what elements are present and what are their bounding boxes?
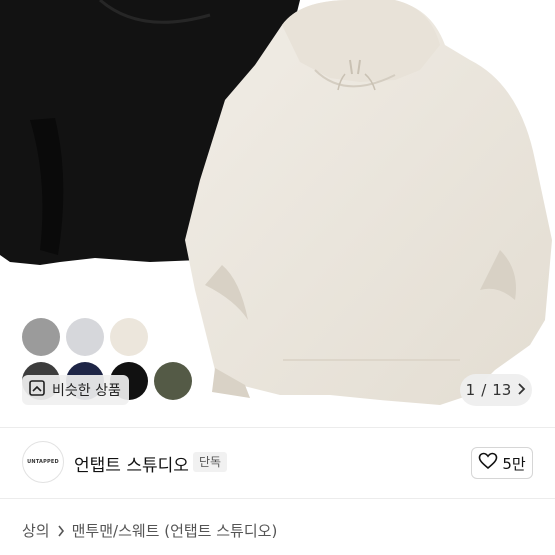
similar-items-button[interactable]: 비슷한 상품 [22, 375, 129, 405]
image-counter[interactable]: 1 / 13 [460, 374, 532, 406]
counter-current: 1 [465, 381, 476, 399]
like-button[interactable]: 5만 [471, 447, 533, 479]
breadcrumb-category[interactable]: 상의 [22, 520, 50, 541]
brand-name[interactable]: 언탭트 스튜디오 [74, 451, 189, 476]
like-count: 5만 [502, 454, 526, 473]
color-swatch-7[interactable] [154, 362, 192, 400]
counter-total: 13 [492, 381, 512, 399]
similar-items-label: 비슷한 상품 [52, 383, 121, 399]
heart-outline-icon [478, 452, 498, 474]
brand-logo-text: UNTAPPED [27, 459, 59, 465]
color-swatch-2[interactable] [66, 318, 104, 356]
color-swatch-1[interactable] [22, 318, 60, 356]
brand-row: UNTAPPED 언탭트 스튜디오 단독 5만 [0, 428, 555, 498]
exclusive-badge: 단독 [193, 452, 228, 472]
counter-separator: / [481, 381, 487, 399]
product-image-gallery[interactable]: 비슷한 상품 1 / 13 [0, 0, 555, 427]
breadcrumb: 상의 맨투맨/스웨트 (언탭트 스튜디오) [22, 520, 277, 541]
similar-items-icon [28, 379, 46, 401]
color-swatch-3[interactable] [110, 318, 148, 356]
brand-logo[interactable]: UNTAPPED [22, 441, 64, 483]
breadcrumb-subcategory[interactable]: 맨투맨/스웨트 (언탭트 스튜디오) [72, 520, 278, 541]
chevron-right-icon [517, 381, 526, 399]
divider [0, 498, 555, 499]
chevron-right-icon [57, 525, 65, 537]
